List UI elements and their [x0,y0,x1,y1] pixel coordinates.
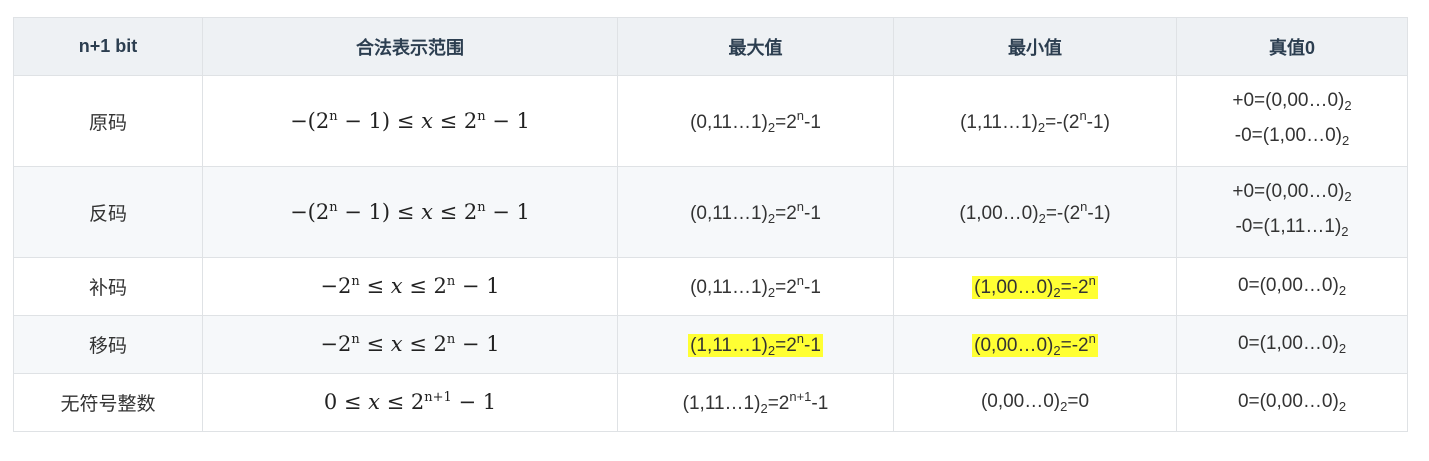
zero-value: +0=(0,00…0)2 -0=(1,00…0)2 [1176,75,1408,167]
highlight-mark: (1,00…0)2=-2n [972,273,1098,300]
zero-negative: -0=(1,11…1)2 [1235,216,1349,239]
header-range: 合法表示范围 [202,17,618,76]
zero-value: 0=(0,00…0)2 [1176,257,1408,316]
row-name: 无符号整数 [13,373,203,432]
max-value: (0,11…1)2=2n-1 [617,257,894,316]
row-name: 移码 [13,315,203,374]
header-max: 最大值 [617,17,894,76]
min-value: (1,00…0)2=-(2n-1) [893,166,1177,258]
range-formula: −(2n − 1) ≤ x ≤ 2n − 1 [202,75,618,167]
range-formula: −2n ≤ x ≤ 2n − 1 [202,315,618,374]
row-name: 原码 [13,75,203,167]
range-formula: −(2n − 1) ≤ x ≤ 2n − 1 [202,166,618,258]
max-value: (1,11…1)2=2n+1-1 [617,373,894,432]
table-row: 原码 −(2n − 1) ≤ x ≤ 2n − 1 (0,11…1)2=2n-1… [13,75,1408,167]
highlight-mark: (0,00…0)2=-2n [972,331,1098,358]
max-value: (0,11…1)2=2n-1 [617,75,894,167]
table-row: 移码 −2n ≤ x ≤ 2n − 1 (1,11…1)2=2n-1 (0,00… [13,315,1408,374]
range-formula: −2n ≤ x ≤ 2n − 1 [202,257,618,316]
header-min: 最小值 [893,17,1177,76]
min-value: (1,11…1)2=-(2n-1) [893,75,1177,167]
header-row: n+1 bit 合法表示范围 最大值 最小值 真值0 [13,17,1408,76]
zero-value: 0=(1,00…0)2 [1176,315,1408,374]
row-name: 反码 [13,166,203,258]
header-zero: 真值0 [1176,17,1408,76]
zero-value: 0=(0,00…0)2 [1176,373,1408,432]
zero-positive: +0=(0,00…0)2 [1232,181,1352,204]
header-bits: n+1 bit [13,17,203,76]
zero-negative: -0=(1,00…0)2 [1234,125,1350,148]
min-value: (0,00…0)2=-2n [893,315,1177,374]
max-value: (1,11…1)2=2n-1 [617,315,894,374]
row-name: 补码 [13,257,203,316]
table-row: 补码 −2n ≤ x ≤ 2n − 1 (0,11…1)2=2n-1 (1,00… [13,257,1408,316]
min-value: (0,00…0)2=0 [893,373,1177,432]
zero-value: +0=(0,00…0)2 -0=(1,11…1)2 [1176,166,1408,258]
highlight-mark: (1,11…1)2=2n-1 [688,331,823,358]
range-formula: 0 ≤ x ≤ 2n+1 − 1 [202,373,618,432]
min-value: (1,00…0)2=-2n [893,257,1177,316]
table-row: 无符号整数 0 ≤ x ≤ 2n+1 − 1 (1,11…1)2=2n+1-1 … [13,373,1408,432]
zero-positive: +0=(0,00…0)2 [1232,90,1352,113]
encoding-table: n+1 bit 合法表示范围 最大值 最小值 真值0 原码 −(2n − 1) … [13,17,1408,432]
table-row: 反码 −(2n − 1) ≤ x ≤ 2n − 1 (0,11…1)2=2n-1… [13,166,1408,258]
max-value: (0,11…1)2=2n-1 [617,166,894,258]
